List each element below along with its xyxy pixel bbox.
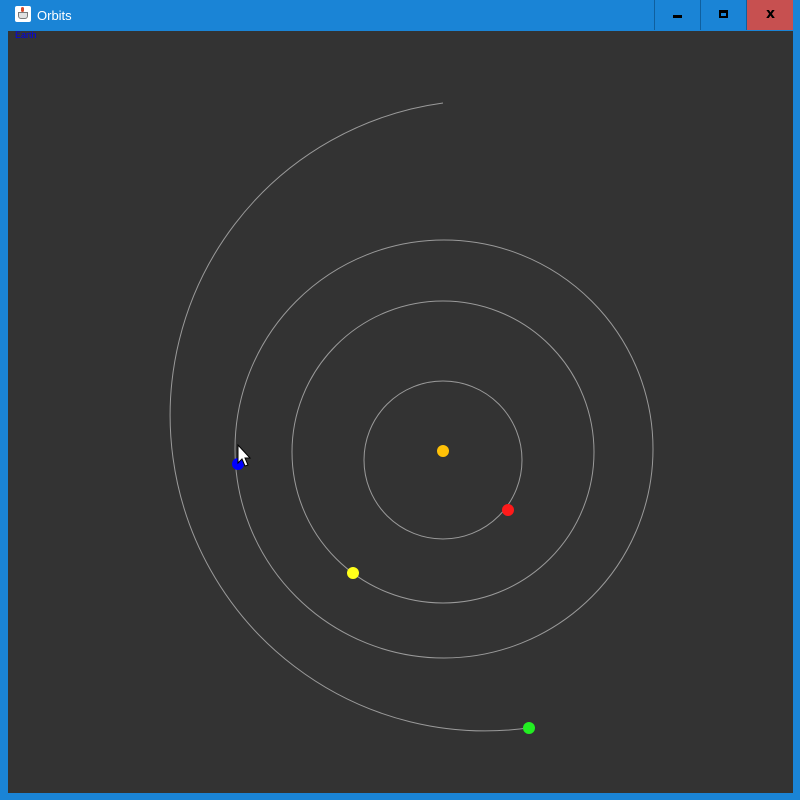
app-window: Orbits x Earth xyxy=(0,0,800,800)
yellow-planet xyxy=(347,567,359,579)
selected-body-label: Earth xyxy=(15,31,37,40)
window-title: Orbits xyxy=(37,8,72,23)
maximize-button[interactable] xyxy=(700,0,745,30)
maximize-icon xyxy=(719,10,728,18)
orbit-path-green xyxy=(169,102,529,732)
red-planet xyxy=(502,504,514,516)
orbit-path-red xyxy=(363,380,523,540)
minimize-button[interactable] xyxy=(654,0,699,30)
orbit-canvas[interactable]: Earth xyxy=(8,31,793,793)
close-icon: x xyxy=(765,6,776,22)
sun xyxy=(437,445,449,457)
java-cup-icon[interactable] xyxy=(15,6,31,22)
green-planet xyxy=(523,722,535,734)
minimize-icon xyxy=(673,15,682,18)
title-bar[interactable]: Orbits x xyxy=(0,0,800,31)
orbit-drawing xyxy=(169,102,654,734)
close-button[interactable]: x xyxy=(746,0,793,30)
